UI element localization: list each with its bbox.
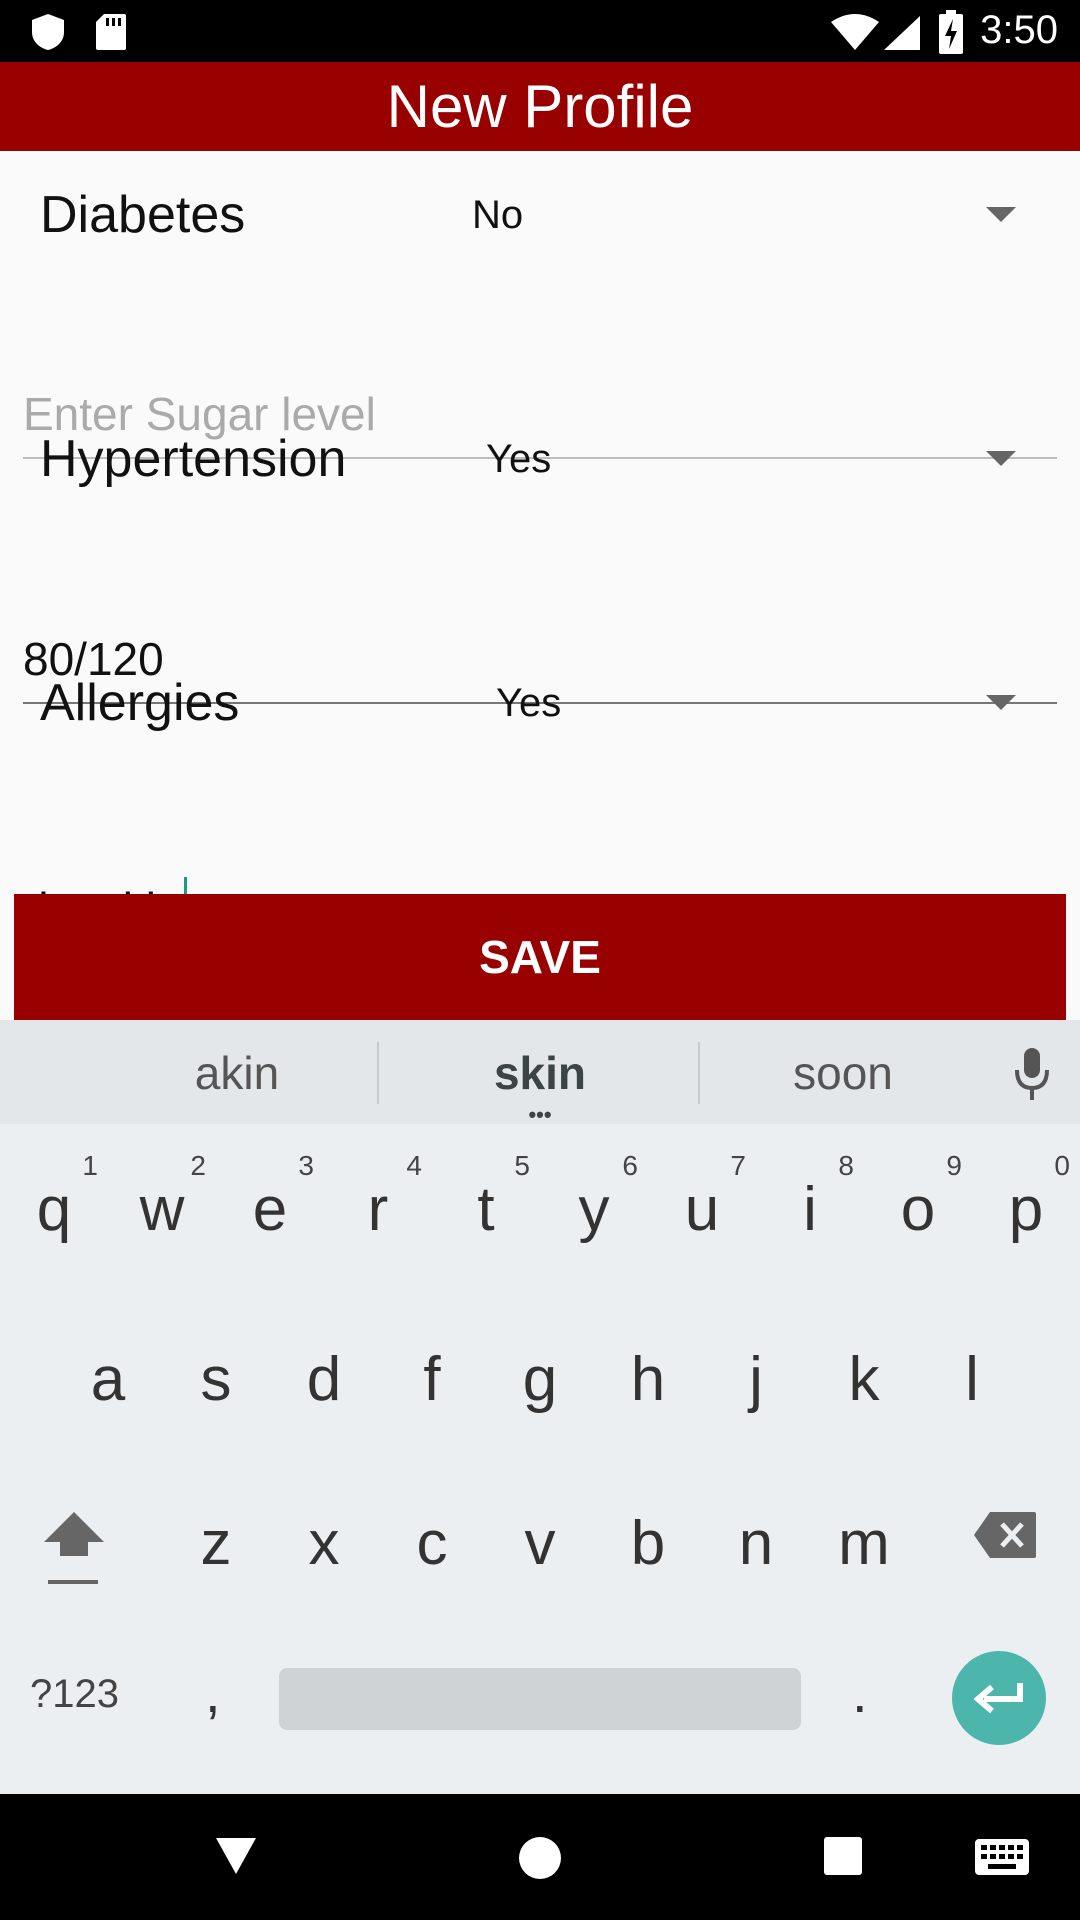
suggestion-3[interactable]: soon bbox=[723, 1046, 963, 1100]
key-label: l bbox=[965, 1345, 979, 1414]
period-key[interactable]: . bbox=[852, 1660, 868, 1725]
key-y[interactable]: 6y bbox=[540, 1124, 648, 1274]
key-q[interactable]: 1q bbox=[0, 1124, 108, 1274]
status-bar: 3:50 bbox=[0, 0, 1080, 62]
key-label: r bbox=[367, 1175, 389, 1244]
key-label: v bbox=[524, 1509, 556, 1578]
comma-key[interactable]: , bbox=[205, 1660, 221, 1725]
navigation-bar bbox=[0, 1794, 1080, 1920]
diabetes-label: Diabetes bbox=[40, 186, 246, 244]
key-label: h bbox=[630, 1345, 666, 1414]
key-r[interactable]: 4r bbox=[324, 1124, 432, 1274]
hypertension-value: Yes bbox=[486, 437, 552, 481]
key-f[interactable]: f bbox=[378, 1300, 486, 1450]
key-m[interactable]: m bbox=[810, 1464, 918, 1614]
mic-icon[interactable] bbox=[1012, 1046, 1052, 1102]
key-label: x bbox=[308, 1509, 340, 1578]
suggestion-1[interactable]: akin bbox=[117, 1046, 357, 1100]
nav-recents-icon[interactable] bbox=[823, 1836, 863, 1876]
key-o[interactable]: 9o bbox=[864, 1124, 972, 1274]
key-b[interactable]: b bbox=[594, 1464, 702, 1614]
dropdown-arrow-icon bbox=[986, 207, 1016, 222]
key-label: y bbox=[578, 1175, 610, 1244]
key-c[interactable]: c bbox=[378, 1464, 486, 1614]
key-label: b bbox=[630, 1509, 666, 1578]
battery-charging-icon bbox=[939, 10, 963, 54]
key-k[interactable]: k bbox=[810, 1300, 918, 1450]
suggestion-2[interactable]: skin bbox=[420, 1046, 660, 1100]
key-label: i bbox=[803, 1175, 817, 1244]
key-g[interactable]: g bbox=[486, 1300, 594, 1450]
key-label: c bbox=[416, 1509, 448, 1578]
key-label: a bbox=[90, 1345, 126, 1414]
key-label: m bbox=[838, 1509, 890, 1578]
soft-keyboard: akin skin soon ••• 1q2w3e4r5t6y7u8i9o0p … bbox=[0, 1020, 1080, 1794]
key-t[interactable]: 5t bbox=[432, 1124, 540, 1274]
key-label: s bbox=[200, 1345, 232, 1414]
key-label: u bbox=[684, 1175, 720, 1244]
key-label: q bbox=[36, 1175, 72, 1244]
key-label: o bbox=[900, 1175, 936, 1244]
key-h[interactable]: h bbox=[594, 1300, 702, 1450]
dropdown-arrow-icon bbox=[986, 695, 1016, 710]
wifi-icon bbox=[831, 14, 879, 50]
key-x[interactable]: x bbox=[270, 1464, 378, 1614]
allergies-label: Allergies bbox=[40, 674, 240, 732]
key-v[interactable]: v bbox=[486, 1464, 594, 1614]
more-suggestions-icon[interactable]: ••• bbox=[520, 1104, 560, 1126]
page-title: New Profile bbox=[386, 73, 694, 140]
app-bar: New Profile bbox=[0, 62, 1080, 151]
key-label: k bbox=[848, 1345, 880, 1414]
suggestion-divider bbox=[698, 1042, 700, 1104]
key-a[interactable]: a bbox=[54, 1300, 162, 1450]
status-time: 3:50 bbox=[980, 8, 1058, 52]
signal-icon bbox=[884, 16, 920, 50]
key-label: e bbox=[252, 1175, 288, 1244]
shift-icon[interactable] bbox=[42, 1508, 106, 1588]
suggestion-strip: akin skin soon ••• bbox=[0, 1020, 1080, 1126]
key-e[interactable]: 3e bbox=[216, 1124, 324, 1274]
key-label: f bbox=[423, 1345, 441, 1414]
hypertension-label: Hypertension bbox=[40, 430, 347, 488]
key-label: d bbox=[306, 1345, 342, 1414]
allergies-value: Yes bbox=[496, 681, 562, 725]
shield-icon bbox=[32, 14, 64, 50]
hypertension-dropdown[interactable]: Yes bbox=[440, 417, 1040, 497]
keyboard-switch-icon[interactable] bbox=[974, 1838, 1030, 1876]
key-label: g bbox=[522, 1345, 558, 1414]
suggestion-divider bbox=[377, 1042, 379, 1104]
key-label: z bbox=[200, 1509, 232, 1578]
key-label: j bbox=[749, 1345, 763, 1414]
save-button[interactable]: SAVE bbox=[14, 894, 1066, 1020]
key-l[interactable]: l bbox=[918, 1300, 1026, 1450]
key-label: n bbox=[738, 1509, 774, 1578]
key-p[interactable]: 0p bbox=[972, 1124, 1080, 1274]
allergies-dropdown[interactable]: Yes bbox=[440, 661, 1040, 741]
sd-card-icon bbox=[96, 14, 126, 50]
nav-back-icon[interactable] bbox=[214, 1836, 258, 1876]
key-u[interactable]: 7u bbox=[648, 1124, 756, 1274]
diabetes-dropdown[interactable]: No bbox=[440, 173, 1040, 253]
key-j[interactable]: j bbox=[702, 1300, 810, 1450]
key-i[interactable]: 8i bbox=[756, 1124, 864, 1274]
diabetes-value: No bbox=[472, 193, 524, 237]
symbols-key[interactable]: ?123 bbox=[30, 1672, 119, 1717]
key-label: p bbox=[1008, 1175, 1044, 1244]
key-z[interactable]: z bbox=[162, 1464, 270, 1614]
nav-home-icon[interactable] bbox=[518, 1836, 562, 1880]
enter-icon bbox=[974, 1683, 1023, 1714]
key-w[interactable]: 2w bbox=[108, 1124, 216, 1274]
key-s[interactable]: s bbox=[162, 1300, 270, 1450]
key-d[interactable]: d bbox=[270, 1300, 378, 1450]
profile-form: Diabetes No Enter Sugar level Hypertensi… bbox=[0, 151, 1080, 1020]
key-label: w bbox=[139, 1175, 185, 1244]
space-key[interactable] bbox=[279, 1668, 801, 1730]
key-n[interactable]: n bbox=[702, 1464, 810, 1614]
dropdown-arrow-icon bbox=[986, 451, 1016, 466]
backspace-icon[interactable] bbox=[972, 1510, 1038, 1560]
key-label: t bbox=[477, 1175, 495, 1244]
enter-key[interactable] bbox=[952, 1651, 1046, 1745]
